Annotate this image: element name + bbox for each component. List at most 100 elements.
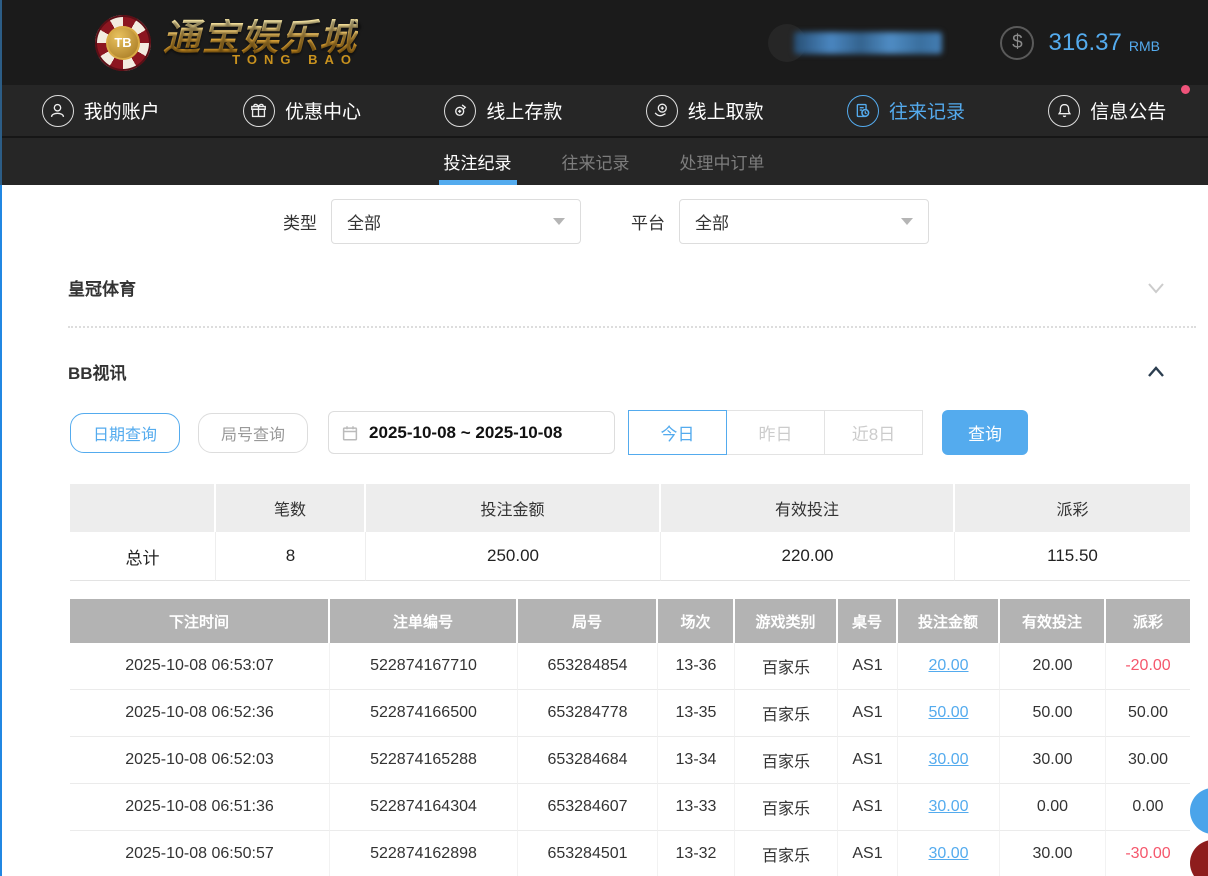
session-cell: 13-36: [658, 643, 735, 690]
nav-item-deposit[interactable]: 线上存款: [403, 95, 604, 127]
bet-amount-link-cell[interactable]: 30.00: [898, 737, 1000, 784]
header-order-id: 注单编号: [330, 599, 518, 643]
nav-label: 我的账户: [84, 97, 160, 124]
balance-currency: RMB: [1129, 32, 1160, 54]
bet-amount-link-cell[interactable]: 30.00: [898, 831, 1000, 876]
last-8-days-button[interactable]: 近8日: [824, 410, 923, 455]
session-cell: 13-34: [658, 737, 735, 784]
table-row: 2025-10-08 06:53:07522874167710653284854…: [70, 643, 1190, 690]
tab-transaction-records[interactable]: 往来记录: [562, 138, 630, 185]
summary-header-count: 笔数: [216, 484, 366, 532]
bet-time-cell: 2025-10-08 06:50:57: [70, 831, 330, 876]
game-type-cell: 百家乐: [735, 784, 838, 831]
table-id-cell: AS1: [838, 690, 898, 737]
bet-amount-link[interactable]: 50.00: [928, 704, 968, 722]
chip-monogram: TB: [106, 26, 140, 60]
bet-time-cell: 2025-10-08 06:52:03: [70, 737, 330, 784]
casino-chip-icon: TB: [95, 15, 151, 71]
quick-date-group: 今日 昨日 近8日: [628, 410, 923, 455]
summary-payout-value: 115.50: [955, 532, 1190, 581]
chevron-up-icon[interactable]: [1144, 360, 1168, 384]
summary-table: 笔数 投注金额 有效投注 派彩 总计 8 250.00 220.00 115.5…: [70, 484, 1190, 581]
bet-amount-link[interactable]: 30.00: [928, 751, 968, 769]
summary-total-row: 总计 8 250.00 220.00 115.50: [70, 532, 1190, 581]
bell-icon: [1048, 95, 1080, 127]
round-id-cell: 653284778: [518, 690, 658, 737]
order-id-cell: 522874162898: [330, 831, 518, 876]
table-id-cell: AS1: [838, 784, 898, 831]
order-id-cell: 522874167710: [330, 643, 518, 690]
bet-records-table: 下注时间 注单编号 局号 场次 游戏类别 桌号 投注金额 有效投注 派彩 202…: [70, 599, 1190, 876]
table-row: 2025-10-08 06:51:36522874164304653284607…: [70, 784, 1190, 831]
platform-select-value: 全部: [695, 209, 729, 234]
bet-amount-link-cell[interactable]: 30.00: [898, 784, 1000, 831]
summary-count-value: 8: [216, 532, 366, 581]
bet-amount-link[interactable]: 20.00: [928, 657, 968, 675]
tab-pending-orders[interactable]: 处理中订单: [680, 138, 765, 185]
bet-time-cell: 2025-10-08 06:51:36: [70, 784, 330, 831]
nav-label: 优惠中心: [285, 97, 361, 124]
date-range-input[interactable]: 2025-10-08 ~ 2025-10-08: [328, 411, 615, 454]
bet-amount-link-cell[interactable]: 50.00: [898, 690, 1000, 737]
date-query-button[interactable]: 日期查询: [70, 413, 180, 453]
type-select[interactable]: 全部: [331, 199, 581, 244]
floating-service-button[interactable]: [1190, 840, 1208, 876]
payout-cell: 50.00: [1106, 690, 1190, 737]
record-tabs: 投注纪录 往来记录 处理中订单: [0, 136, 1208, 185]
payout-cell: -30.00: [1106, 831, 1190, 876]
nav-label: 线上取款: [688, 97, 764, 124]
floating-chat-button[interactable]: [1190, 788, 1208, 834]
section-divider: [68, 326, 1196, 328]
nav-item-withdraw[interactable]: 线上取款: [604, 95, 805, 127]
round-id-cell: 653284501: [518, 831, 658, 876]
nav-item-my-account[interactable]: 我的账户: [0, 95, 201, 127]
brand-logo[interactable]: TB 通宝娱乐城 TONG BAO: [95, 15, 358, 71]
payout-cell: -20.00: [1106, 643, 1190, 690]
game-type-cell: 百家乐: [735, 690, 838, 737]
section-crown-sports[interactable]: 皇冠体育: [68, 275, 1168, 300]
nav-label: 往来记录: [889, 97, 965, 124]
table-row: 2025-10-08 06:52:36522874166500653284778…: [70, 690, 1190, 737]
search-button[interactable]: 查询: [942, 410, 1028, 455]
wallet-balance[interactable]: $ 316.37 RMB: [1000, 26, 1160, 60]
summary-header-blank: [70, 484, 216, 532]
summary-total-label: 总计: [70, 532, 216, 581]
header-bet-amount: 投注金额: [898, 599, 1000, 643]
platform-select[interactable]: 全部: [679, 199, 929, 244]
nav-item-announcements[interactable]: 信息公告: [1007, 95, 1208, 127]
page: TB 通宝娱乐城 TONG BAO $ 316.37 RMB 我的账户: [0, 0, 1208, 876]
chevron-down-icon[interactable]: [1144, 276, 1168, 300]
type-select-value: 全部: [347, 209, 381, 234]
valid-bet-cell: 30.00: [1000, 831, 1106, 876]
valid-bet-cell: 30.00: [1000, 737, 1106, 784]
header-round-id: 局号: [518, 599, 658, 643]
round-id-cell: 653284684: [518, 737, 658, 784]
tab-bet-records[interactable]: 投注纪录: [444, 138, 512, 185]
nav-item-records[interactable]: 往来记录: [805, 95, 1006, 127]
header-game-type: 游戏类别: [735, 599, 838, 643]
query-controls: 日期查询 局号查询 2025-10-08 ~ 2025-10-08 今日 昨日 …: [70, 410, 1208, 455]
bet-amount-link[interactable]: 30.00: [928, 798, 968, 816]
today-button[interactable]: 今日: [628, 410, 727, 455]
nav-item-promotions[interactable]: 优惠中心: [201, 95, 402, 127]
bet-amount-link[interactable]: 30.00: [928, 845, 968, 863]
header-payout: 派彩: [1106, 599, 1190, 643]
brand-name: 通宝娱乐城: [163, 19, 358, 56]
brand-text: 通宝娱乐城 TONG BAO: [163, 19, 358, 67]
section-title: 皇冠体育: [68, 275, 136, 300]
brand-latin: TONG BAO: [163, 52, 358, 67]
round-query-button[interactable]: 局号查询: [198, 413, 308, 453]
notification-dot: [1181, 85, 1190, 94]
type-filter-label: 类型: [283, 209, 317, 234]
bet-amount-link-cell[interactable]: 20.00: [898, 643, 1000, 690]
session-cell: 13-32: [658, 831, 735, 876]
nav-label: 线上存款: [486, 97, 562, 124]
section-bb-live[interactable]: BB视讯: [68, 359, 1168, 384]
user-area[interactable]: [768, 24, 942, 62]
yesterday-button[interactable]: 昨日: [726, 410, 825, 455]
summary-bet-amount-value: 250.00: [366, 532, 661, 581]
nav-label: 信息公告: [1090, 97, 1166, 124]
table-id-cell: AS1: [838, 643, 898, 690]
bet-time-cell: 2025-10-08 06:52:36: [70, 690, 330, 737]
table-id-cell: AS1: [838, 831, 898, 876]
